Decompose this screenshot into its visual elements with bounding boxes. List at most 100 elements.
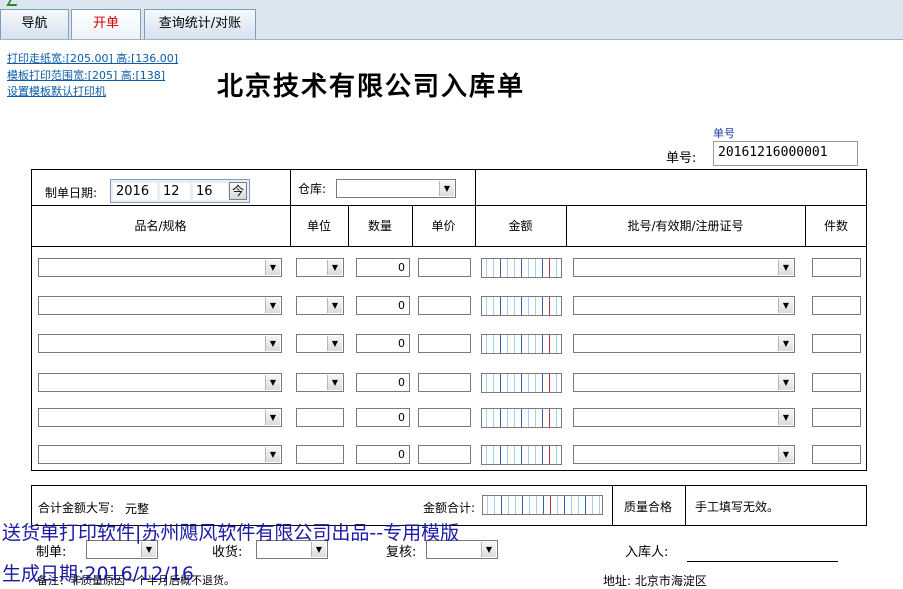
amount-digit-divider: [528, 446, 529, 464]
date-day[interactable]: 16: [193, 183, 228, 200]
amount-digit-divider: [507, 335, 508, 353]
price-input[interactable]: [418, 296, 471, 315]
pieces-input[interactable]: [812, 408, 861, 427]
pieces-input[interactable]: [812, 373, 861, 392]
amount-digit-divider: [542, 446, 543, 464]
generated-date-watermark: 生成日期:2016/12/16: [2, 563, 194, 585]
qty-input[interactable]: 0: [356, 334, 410, 353]
amount-digit-divider: [500, 259, 501, 277]
date-year[interactable]: 2016: [113, 183, 157, 200]
dropdown-arrow-icon: ▼: [778, 298, 793, 313]
unit-select[interactable]: ▼: [296, 334, 344, 353]
amount-field[interactable]: [481, 258, 562, 278]
price-input[interactable]: [418, 334, 471, 353]
qty-input[interactable]: 0: [356, 258, 410, 277]
price-input[interactable]: [418, 258, 471, 277]
amount-digit-divider: [507, 297, 508, 315]
address-text: 地址: 北京市海淀区: [603, 574, 707, 588]
product-select[interactable]: ▼: [38, 334, 282, 353]
amount-digit-divider: [557, 496, 558, 514]
amount-digit-divider: [542, 297, 543, 315]
amount-digit-divider: [556, 374, 557, 392]
today-button[interactable]: 今: [229, 182, 247, 200]
table-divider: [31, 205, 867, 206]
column-header-unit: 单位: [306, 219, 331, 233]
warehouse-select[interactable]: ▼: [336, 179, 456, 198]
amount-digit-divider: [486, 446, 487, 464]
amount-digit-divider: [493, 259, 494, 277]
tab-query-statistics[interactable]: 查询统计/对账: [144, 9, 256, 39]
pieces-input[interactable]: [812, 258, 861, 277]
amount-digit-divider: [514, 409, 515, 427]
tab-navigation[interactable]: 导航: [0, 9, 69, 39]
unit-input[interactable]: [296, 445, 344, 464]
amount-digit-divider: [486, 374, 487, 392]
price-input[interactable]: [418, 373, 471, 392]
amount-digit-divider: [486, 259, 487, 277]
amount-digit-divider: [536, 496, 537, 514]
unit-input[interactable]: [296, 408, 344, 427]
batch-select[interactable]: ▼: [573, 258, 795, 277]
price-input[interactable]: [418, 445, 471, 464]
amount-field[interactable]: [481, 408, 562, 428]
batch-select[interactable]: ▼: [573, 334, 795, 353]
amount-digit-divider: [522, 496, 523, 514]
pieces-input[interactable]: [812, 296, 861, 315]
amount-digit-divider: [514, 374, 515, 392]
amount-total-field[interactable]: [482, 495, 603, 515]
date-month[interactable]: 12: [160, 183, 190, 200]
qty-input[interactable]: 0: [356, 408, 410, 427]
qty-input[interactable]: 0: [356, 373, 410, 392]
order-number-input[interactable]: 20161216000001: [713, 141, 858, 166]
amount-digit-divider: [528, 259, 529, 277]
amount-digit-divider: [500, 335, 501, 353]
dropdown-arrow-icon: ▼: [327, 375, 342, 390]
amount-digit-divider: [500, 374, 501, 392]
dropdown-arrow-icon: ▼: [778, 375, 793, 390]
qty-input[interactable]: 0: [356, 445, 410, 464]
product-select[interactable]: ▼: [38, 373, 282, 392]
default-printer-link[interactable]: 设置模板默认打印机: [7, 83, 106, 99]
dropdown-arrow-icon: ▼: [481, 542, 496, 557]
unit-select[interactable]: ▼: [296, 373, 344, 392]
product-select[interactable]: ▼: [38, 258, 282, 277]
amount-digit-divider: [542, 259, 543, 277]
batch-select[interactable]: ▼: [573, 408, 795, 427]
amount-digit-divider: [585, 496, 586, 514]
product-select[interactable]: ▼: [38, 408, 282, 427]
batch-select[interactable]: ▼: [573, 296, 795, 315]
batch-select[interactable]: ▼: [573, 445, 795, 464]
amount-digit-divider: [542, 374, 543, 392]
amount-digit-divider: [549, 409, 550, 427]
pieces-input[interactable]: [812, 445, 861, 464]
order-number-label: 单号:: [666, 151, 697, 166]
amount-words-label: 合计金额大写:: [38, 501, 115, 515]
qty-input[interactable]: 0: [356, 296, 410, 315]
amount-digit-divider: [528, 297, 529, 315]
amount-field[interactable]: [481, 445, 562, 465]
amount-field[interactable]: [481, 296, 562, 316]
dropdown-arrow-icon: ▼: [265, 260, 280, 275]
dropdown-arrow-icon: ▼: [265, 298, 280, 313]
amount-field[interactable]: [481, 334, 562, 354]
amount-digit-divider: [514, 446, 515, 464]
amount-digit-divider: [550, 496, 551, 514]
amount-digit-divider: [529, 496, 530, 514]
unit-select[interactable]: ▼: [296, 258, 344, 277]
table-divider: [290, 169, 291, 246]
checkmark-icon: [6, 0, 20, 6]
product-select[interactable]: ▼: [38, 445, 282, 464]
unit-select[interactable]: ▼: [296, 296, 344, 315]
price-input[interactable]: [418, 408, 471, 427]
amount-digit-divider: [592, 496, 593, 514]
amount-digit-divider: [500, 409, 501, 427]
amount-field[interactable]: [481, 373, 562, 393]
amount-digit-divider: [514, 297, 515, 315]
tab-create-order[interactable]: 开单: [71, 9, 141, 39]
print-paper-size-link[interactable]: 打印走纸宽:[205.00] 高:[136.00]: [7, 50, 178, 66]
pieces-input[interactable]: [812, 334, 861, 353]
amount-digit-divider: [521, 335, 522, 353]
product-select[interactable]: ▼: [38, 296, 282, 315]
template-print-range-link[interactable]: 模板打印范围宽:[205] 高:[138]: [7, 67, 165, 83]
batch-select[interactable]: ▼: [573, 373, 795, 392]
